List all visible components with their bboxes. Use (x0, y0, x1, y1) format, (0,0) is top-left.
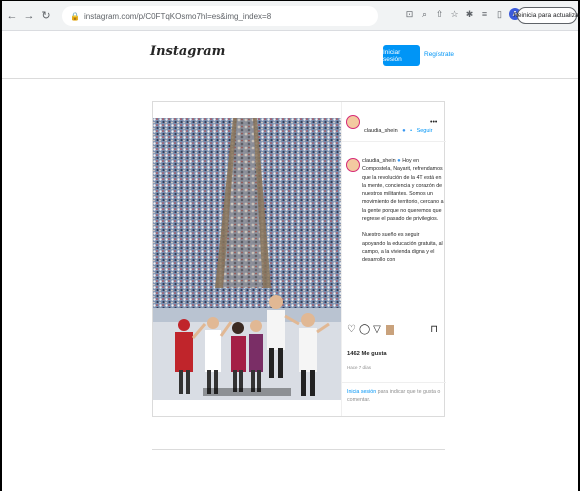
star-icon[interactable]: ☆ (449, 9, 460, 20)
follow-button[interactable]: Seguir (417, 128, 433, 134)
section-divider (152, 449, 445, 450)
comment-icon[interactable]: ◯ (359, 325, 370, 335)
verified-icon: ● (402, 128, 406, 134)
instagram-header: Instagram Iniciar sesión Regístrate (2, 31, 578, 79)
login-prompt-link[interactable]: Inicia sesión (347, 389, 376, 395)
likes-count[interactable]: 1462 Me gusta (347, 351, 387, 357)
url-text[interactable]: instagram.com/p/C0FTqKOsmo7hl=es&img_ind… (84, 12, 271, 21)
post-card: claudia_shein ● • Seguir ••• claudia_she… (152, 101, 446, 417)
author-avatar[interactable] (346, 115, 360, 129)
extensions-icon[interactable]: ✱ (464, 9, 475, 20)
post-caption: claudia_shein ● Hoy en Compostela, Nayar… (362, 157, 444, 273)
back-icon[interactable]: ← (5, 7, 19, 25)
author-username[interactable]: claudia_shein (364, 128, 398, 134)
share-icon[interactable]: ⇧ (434, 9, 445, 20)
login-prompt: Inicia sesión para indicar que te gusta … (347, 388, 441, 404)
zoom-icon[interactable]: ⌕ (419, 9, 430, 20)
caption-username[interactable]: claudia_shein (362, 158, 396, 164)
sidepanel-icon[interactable]: ▯ (494, 9, 505, 20)
address-bar[interactable]: 🔒 instagram.com/p/C0FTqKOsmo7hl=es&img_i… (62, 6, 378, 26)
instagram-logo[interactable]: Instagram (150, 44, 225, 59)
caption-text-2: Nuestro sueño es seguir apoyando la educ… (362, 232, 443, 264)
caption-text-1: Hoy en Compostela, Nayarit, refrendamos … (362, 158, 444, 223)
caption-verified-icon: ● (397, 158, 401, 164)
bookmark-icon[interactable]: ⊓ (430, 325, 438, 335)
login-button[interactable]: Iniciar sesión (383, 45, 420, 66)
author-line: claudia_shein ● • Seguir (364, 119, 432, 137)
post-time[interactable]: Hace 7 días (347, 365, 371, 370)
signup-link[interactable]: Regístrate (424, 51, 454, 58)
share-icon[interactable]: ▽ (373, 325, 381, 335)
lock-icon[interactable]: 🔒 (70, 12, 80, 21)
toolbar-icons: ⊡ ⌕ ⇧ ☆ ✱ ≡ ▯ A (404, 8, 521, 20)
post-photo[interactable] (153, 118, 341, 400)
divider (342, 382, 446, 383)
post-sidebar: claudia_shein ● • Seguir ••• claudia_she… (341, 102, 446, 416)
heart-icon[interactable]: ♡ (347, 325, 356, 335)
reading-list-icon[interactable]: ≡ (479, 9, 490, 19)
reload-icon[interactable]: ↻ (39, 7, 53, 25)
shared-thumbnail[interactable] (385, 325, 394, 335)
post-header: claudia_shein ● • Seguir ••• (342, 102, 446, 142)
update-button[interactable]: Reinicia para actualizar (513, 7, 580, 24)
browser-toolbar: ← → ↻ 🔒 instagram.com/p/C0FTqKOsmo7hl=es… (2, 1, 580, 31)
install-icon[interactable]: ⊡ (404, 9, 415, 20)
forward-icon[interactable]: → (22, 7, 36, 25)
more-icon[interactable]: ••• (430, 119, 437, 126)
crowd-photo-image (153, 118, 341, 400)
caption-avatar[interactable] (346, 158, 360, 172)
post-actions: ♡ ◯ ▽ ⊓ (347, 323, 441, 337)
follow-separator: • (410, 128, 413, 134)
